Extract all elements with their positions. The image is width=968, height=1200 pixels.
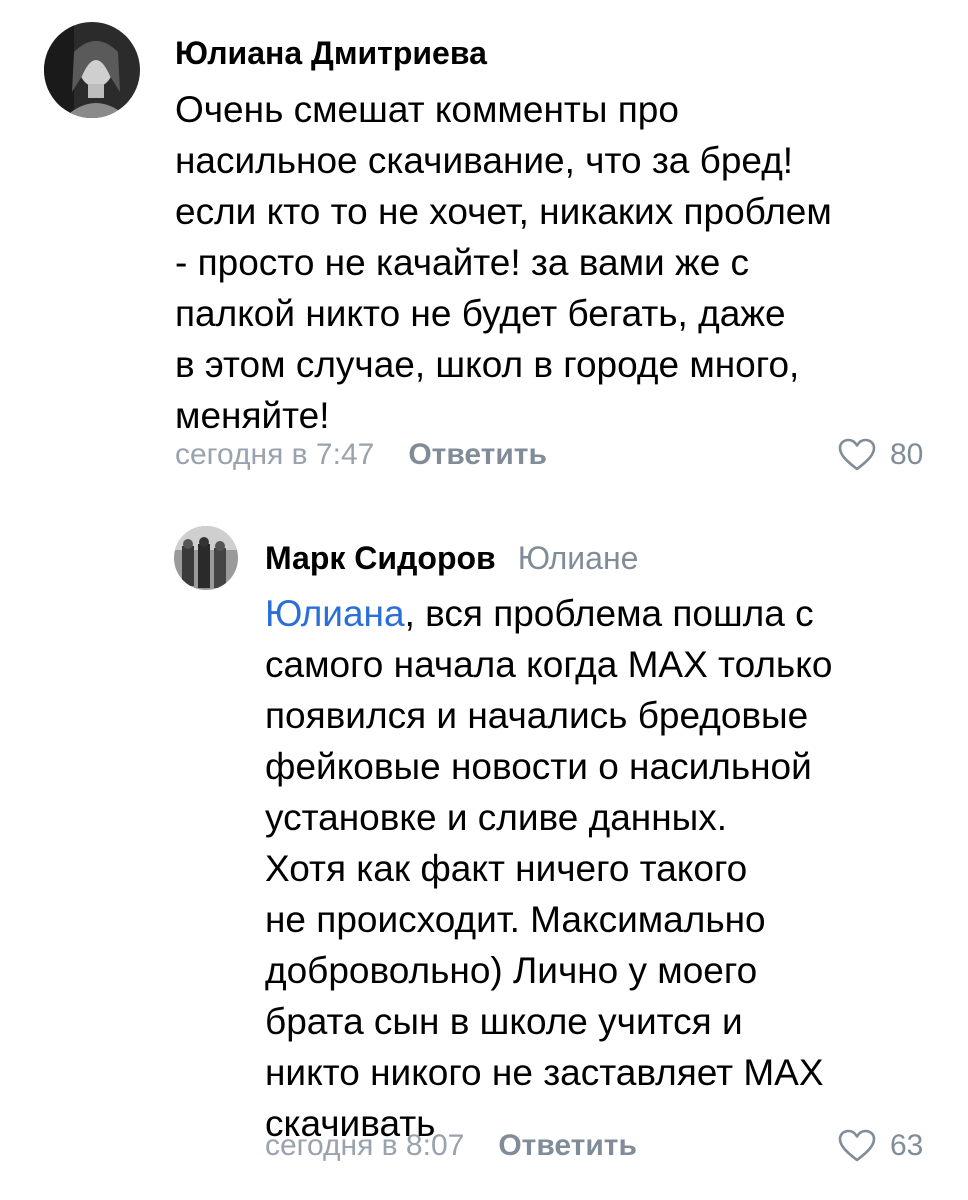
comment-text-line: никто никого не заставляет MAX bbox=[265, 1052, 824, 1093]
comment-timestamp: сегодня в 8:07 bbox=[265, 1129, 465, 1162]
comment-meta: сегодня в 8:07 Ответить bbox=[265, 1128, 637, 1164]
heart-icon bbox=[838, 438, 876, 471]
comment-text-line: меняйте! bbox=[175, 395, 330, 436]
comment-text-line: не происходит. Максимально bbox=[265, 899, 766, 940]
like-button[interactable]: 63 bbox=[838, 1128, 923, 1164]
like-button[interactable]: 80 bbox=[838, 437, 923, 473]
comment-author[interactable]: Юлиана Дмитриева bbox=[175, 33, 487, 73]
like-count: 80 bbox=[890, 438, 924, 471]
comment-text-line: палкой никто не будет бегать, даже bbox=[175, 293, 786, 334]
avatar[interactable] bbox=[174, 526, 238, 590]
reply-to-label[interactable]: Юлиане bbox=[518, 540, 639, 576]
comment-meta: сегодня в 7:47 Ответить bbox=[175, 437, 547, 473]
comment-text-line: насильное скачивание, что за бред! bbox=[175, 140, 794, 181]
comment-text-line: если кто то не хочет, никаких проблем bbox=[175, 191, 832, 232]
comment-author[interactable]: Марк Сидоров Юлиане bbox=[265, 538, 638, 578]
comment-text: Юлиана, вся проблема пошла с самого нача… bbox=[265, 588, 832, 1149]
comment-text-line: добровольно) Лично у моего bbox=[265, 950, 758, 991]
comment-text-line: Очень смешат комменты про bbox=[175, 89, 679, 130]
comment-text-fragment: , вся проблема пошла с bbox=[404, 593, 814, 634]
like-count: 63 bbox=[890, 1129, 924, 1162]
heart-icon bbox=[838, 1129, 876, 1162]
comment-text-line: Хотя как факт ничего такого bbox=[265, 848, 748, 889]
comment-author-name[interactable]: Марк Сидоров bbox=[265, 540, 496, 576]
avatar[interactable] bbox=[44, 22, 140, 118]
comment-text-line: появился и начались бредовые bbox=[265, 695, 809, 736]
comment-text-line: брата сын в школе учится и bbox=[265, 1001, 743, 1042]
comment-text-line: Юлиана, вся проблема пошла с bbox=[265, 588, 832, 639]
comment-text-line: фейковые новости о насильной bbox=[265, 746, 812, 787]
comment-text: Очень смешат комменты про насильное скач… bbox=[175, 84, 832, 441]
reply-button[interactable]: Ответить bbox=[408, 438, 547, 471]
comment-timestamp: сегодня в 7:47 bbox=[175, 438, 375, 471]
comment-text-line: в этом случае, школ в городе много, bbox=[175, 344, 800, 385]
comment-text-line: установке и сливе данных. bbox=[265, 797, 728, 838]
mention-link[interactable]: Юлиана bbox=[265, 593, 405, 634]
comment-text-line: - просто не качайте! за вами же с bbox=[175, 242, 750, 283]
reply-button[interactable]: Ответить bbox=[498, 1129, 637, 1162]
comment-text-line: самого начала когда MAX только bbox=[265, 644, 833, 685]
